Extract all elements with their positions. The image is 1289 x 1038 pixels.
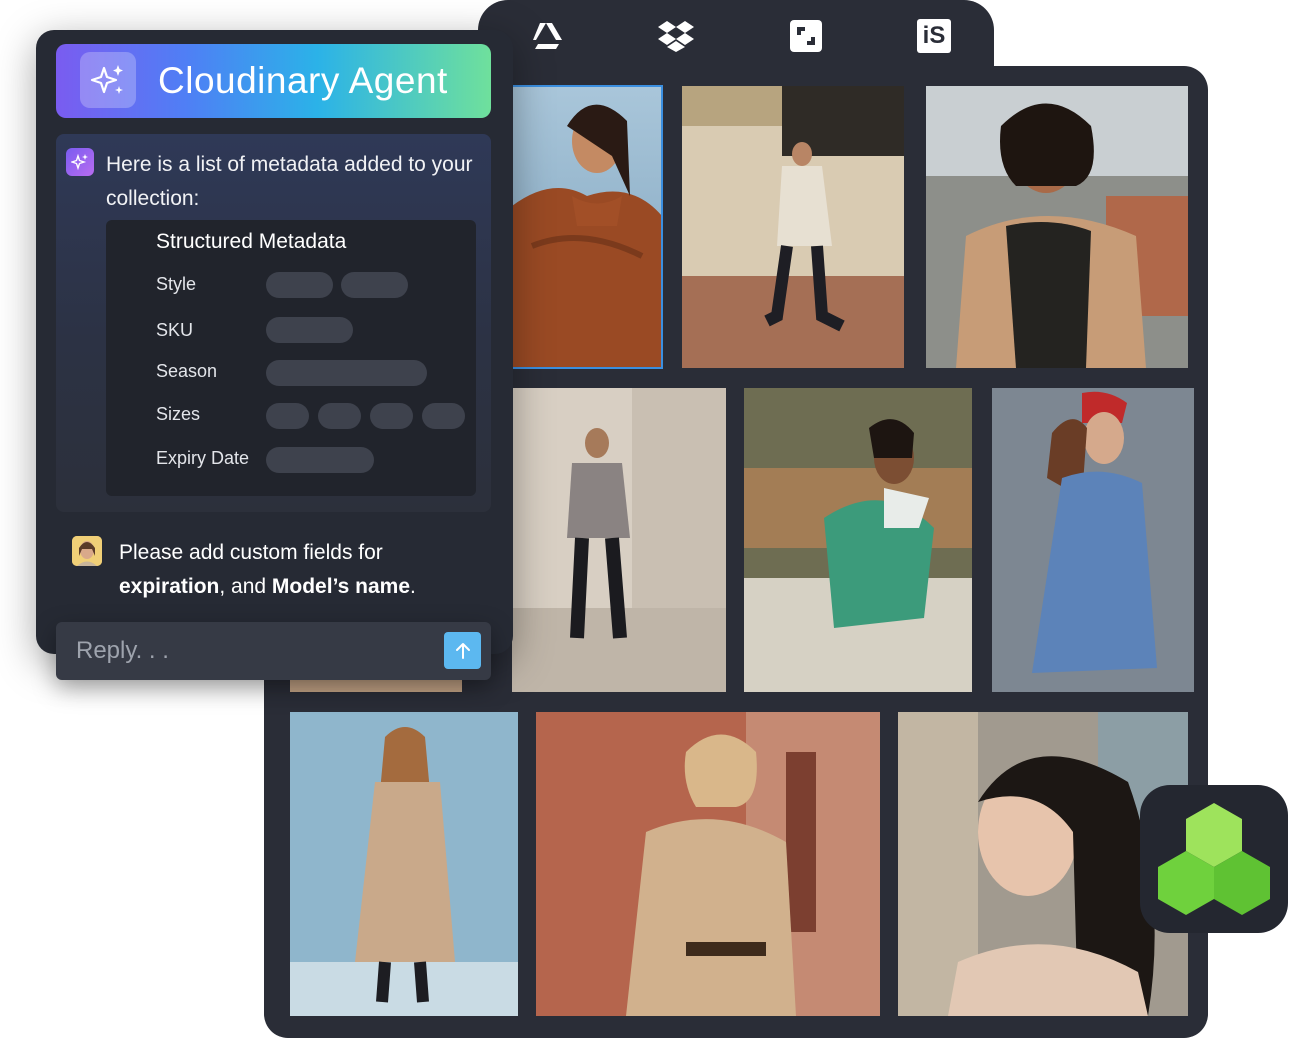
metadata-value-placeholder <box>266 272 333 298</box>
reply-input[interactable]: Reply. . . <box>56 622 491 680</box>
send-button[interactable] <box>444 632 481 669</box>
metadata-value-placeholder <box>318 403 361 429</box>
metadata-heading: Structured Metadata <box>156 230 347 253</box>
user-message-text: Please add custom fields for <box>119 541 383 564</box>
hexagon-cluster-icon <box>1158 803 1270 915</box>
user-avatar <box>72 536 102 566</box>
istock-icon[interactable]: iS <box>914 16 954 56</box>
metadata-label-sku: SKU <box>156 320 194 340</box>
metadata-value-placeholder <box>422 403 465 429</box>
sparkle-icon <box>80 52 136 108</box>
metadata-label-style: Style <box>156 274 197 294</box>
user-message-text: . <box>410 575 416 598</box>
metadata-value-placeholder <box>341 272 408 298</box>
agent-message-text: Here is a list of metadata added to your… <box>106 153 473 210</box>
gallery-image[interactable] <box>512 388 726 692</box>
metadata-value-placeholder <box>370 403 413 429</box>
gallery-image[interactable] <box>290 712 518 1016</box>
metadata-value-placeholder <box>266 317 353 343</box>
gallery-image[interactable] <box>682 86 904 368</box>
agent-message: Here is a list of metadata added to your… <box>56 134 491 512</box>
dropbox-icon[interactable] <box>656 16 696 56</box>
istock-label: iS <box>917 19 951 53</box>
gallery-image[interactable] <box>744 388 972 692</box>
user-message-text: , and <box>219 575 272 598</box>
frame-icon[interactable] <box>786 16 826 56</box>
metadata-value-placeholder <box>266 360 427 386</box>
gallery-image[interactable] <box>926 86 1188 368</box>
user-message: Please add custom fields for expiration,… <box>119 536 489 604</box>
google-drive-icon[interactable] <box>526 16 566 56</box>
metadata-label-expiry-date: Expiry Date <box>156 448 250 468</box>
sparkle-icon <box>66 148 94 176</box>
agent-title: Cloudinary Agent <box>158 60 448 101</box>
cloudinary-agent-panel: Cloudinary Agent Here is a list of metad… <box>36 30 513 654</box>
app-badge <box>1140 785 1288 933</box>
gallery-image[interactable] <box>992 388 1194 692</box>
arrow-up-icon <box>455 642 470 659</box>
gallery-image[interactable] <box>511 85 663 369</box>
user-message-bold: Model’s name <box>271 575 410 598</box>
reply-placeholder: Reply. . . <box>76 637 169 664</box>
structured-metadata-card: Structured Metadata Style SKU Season Siz… <box>106 220 476 496</box>
metadata-value-placeholder <box>266 447 374 473</box>
metadata-value-placeholder <box>266 403 309 429</box>
metadata-label-season: Season <box>156 361 218 381</box>
metadata-label-sizes: Sizes <box>156 404 201 424</box>
gallery-image[interactable] <box>536 712 880 1016</box>
user-message-bold: expiration <box>119 575 220 598</box>
